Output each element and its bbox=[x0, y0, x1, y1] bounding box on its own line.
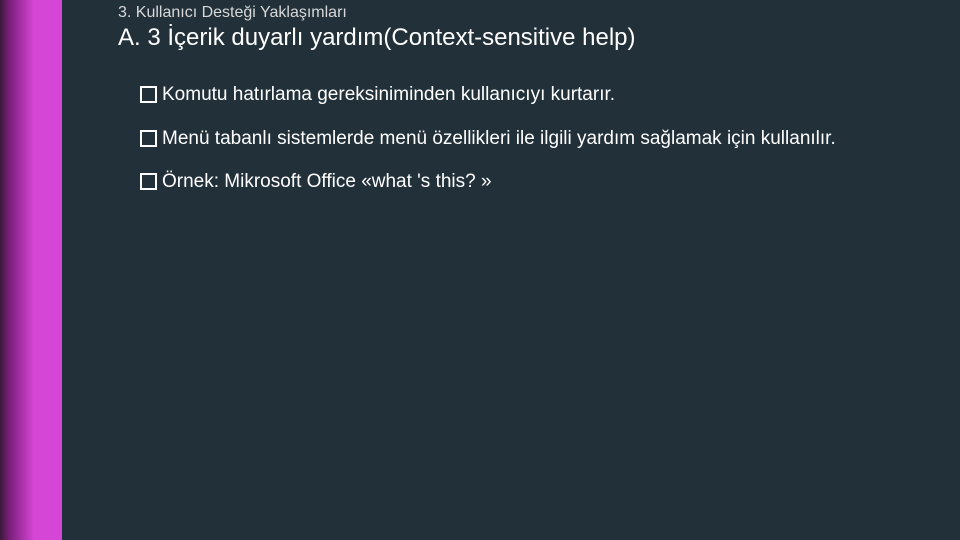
list-item: Örnek: Mikrosoft Office «what 's this? » bbox=[140, 169, 920, 195]
list-item: Menü tabanlı sistemlerde menü özellikler… bbox=[140, 126, 920, 152]
accent-bar bbox=[0, 0, 62, 540]
bullet-list: Komutu hatırlama gereksiniminden kullanı… bbox=[140, 82, 920, 195]
breadcrumb: 3. Kullanıcı Desteği Yaklaşımları bbox=[118, 4, 920, 22]
slide-content: 3. Kullanıcı Desteği Yaklaşımları A. 3 İ… bbox=[118, 4, 920, 213]
list-item: Komutu hatırlama gereksiniminden kullanı… bbox=[140, 82, 920, 108]
page-title: A. 3 İçerik duyarlı yardım(Context-sensi… bbox=[118, 24, 920, 52]
